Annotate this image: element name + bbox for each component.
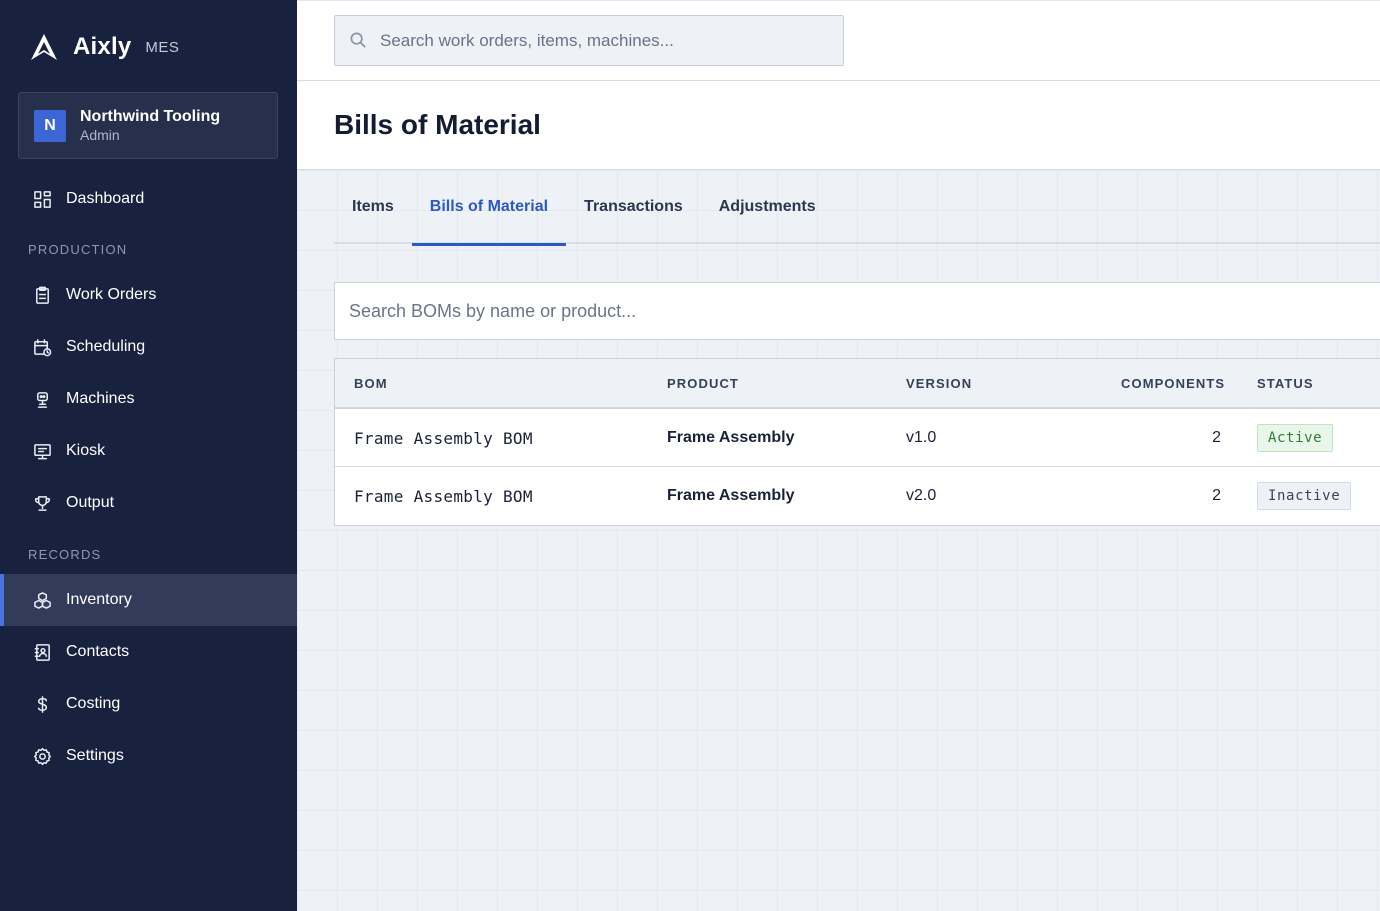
bom-name-cell[interactable]: Frame Assembly BOM	[354, 429, 533, 448]
column-header-status[interactable]: STATUS	[1257, 376, 1314, 391]
org-avatar: N	[34, 109, 66, 142]
sidebar-item-label: Output	[66, 494, 115, 511]
sidebar-item-costing[interactable]: Costing	[0, 678, 297, 730]
tab-label: Adjustments	[718, 198, 816, 215]
org-role: Admin	[80, 127, 120, 143]
table-header: BOM PRODUCT VERSION COMPONENTS STATUS	[335, 359, 1380, 409]
status-badge: Active	[1257, 424, 1334, 452]
app-root: Aixly MES N Northwind Tooling Admin Dash…	[0, 0, 1380, 911]
robot-icon	[32, 389, 52, 409]
monitor-icon	[32, 441, 52, 461]
org-switcher[interactable]: N Northwind Tooling Admin	[18, 92, 278, 159]
tab-adjustments[interactable]: Adjustments	[701, 170, 834, 244]
sidebar-item-dashboard[interactable]: Dashboard	[0, 173, 297, 225]
contact-book-icon	[32, 642, 52, 662]
sidebar-item-label: Dashboard	[66, 190, 145, 207]
sidebar-item-label: Settings	[66, 747, 124, 764]
page-header: Bills of Material	[297, 81, 1380, 170]
column-header-product[interactable]: PRODUCT	[667, 376, 739, 391]
trophy-icon	[32, 493, 52, 513]
bom-table: BOM PRODUCT VERSION COMPONENTS STATUS Fr…	[334, 358, 1380, 526]
bom-search-placeholder: Search BOMs by name or product...	[349, 300, 637, 321]
sidebar-item-inventory[interactable]: Inventory	[0, 574, 297, 626]
sidebar-item-label: Contacts	[66, 643, 130, 660]
sidebar-item-label: Kiosk	[66, 442, 106, 459]
org-info: Northwind Tooling Admin	[80, 107, 220, 144]
sidebar-item-output[interactable]: Output	[0, 477, 297, 529]
brand-name: Aixly	[73, 33, 132, 60]
components-cell: 2	[1212, 487, 1221, 504]
nav-section-production: PRODUCTION	[28, 242, 128, 257]
bom-name-cell[interactable]: Frame Assembly BOM	[354, 487, 533, 506]
bom-search-input[interactable]: Search BOMs by name or product...	[334, 282, 1380, 340]
sidebar-item-label: Costing	[66, 695, 121, 712]
content-area: Items Bills of Material Transactions Adj…	[297, 170, 1380, 911]
dashboard-icon	[32, 189, 52, 209]
sidebar: Aixly MES N Northwind Tooling Admin Dash…	[0, 0, 297, 911]
global-search-placeholder: Search work orders, items, machines...	[380, 30, 674, 50]
version-cell: v1.0	[906, 429, 937, 446]
org-name: Northwind Tooling	[80, 108, 221, 125]
sidebar-item-settings[interactable]: Settings	[0, 730, 297, 782]
tab-bills-of-material[interactable]: Bills of Material	[411, 170, 567, 246]
product-cell: Frame Assembly	[667, 487, 795, 504]
main-area: Search work orders, items, machines... B…	[297, 0, 1380, 911]
version-cell: v2.0	[906, 487, 937, 504]
clipboard-icon	[32, 285, 52, 305]
sidebar-item-label: Inventory	[66, 591, 132, 608]
search-icon	[350, 32, 366, 48]
top-bar: Search work orders, items, machines...	[297, 0, 1380, 81]
product-cell: Frame Assembly	[667, 429, 795, 446]
calendar-clock-icon	[32, 337, 52, 357]
brand-suffix: MES	[145, 38, 180, 56]
sidebar-item-label: Machines	[66, 390, 135, 407]
tab-label: Transactions	[584, 198, 683, 215]
tab-label: Items	[352, 198, 394, 215]
sidebar-item-work-orders[interactable]: Work Orders	[0, 269, 297, 321]
sidebar-item-label: Work Orders	[66, 286, 157, 303]
column-header-components[interactable]: COMPONENTS	[1121, 376, 1225, 391]
table-row[interactable]: Frame Assembly BOM Frame Assembly v2.0 2…	[335, 467, 1380, 525]
dollar-icon	[32, 694, 52, 714]
status-badge: Inactive	[1257, 482, 1352, 510]
page-title: Bills of Material	[334, 109, 541, 140]
tab-bar: Items Bills of Material Transactions Adj…	[334, 170, 1380, 246]
brand-logo[interactable]: Aixly MES	[29, 30, 179, 64]
column-header-version[interactable]: VERSION	[906, 376, 972, 391]
column-header-bom[interactable]: BOM	[354, 376, 388, 391]
sidebar-item-scheduling[interactable]: Scheduling	[0, 321, 297, 373]
aixly-logo-icon	[31, 34, 57, 60]
sidebar-item-kiosk[interactable]: Kiosk	[0, 425, 297, 477]
nav-section-records: RECORDS	[28, 547, 102, 562]
sidebar-item-machines[interactable]: Machines	[0, 373, 297, 425]
tab-transactions[interactable]: Transactions	[566, 170, 701, 244]
sidebar-item-contacts[interactable]: Contacts	[0, 626, 297, 678]
tab-items[interactable]: Items	[334, 170, 412, 244]
sidebar-item-label: Scheduling	[66, 338, 146, 355]
components-cell: 2	[1212, 429, 1221, 446]
global-search-input[interactable]: Search work orders, items, machines...	[334, 15, 844, 66]
boxes-icon	[32, 590, 52, 610]
table-row[interactable]: Frame Assembly BOM Frame Assembly v1.0 2…	[335, 409, 1380, 467]
tab-label: Bills of Material	[429, 198, 549, 215]
gear-icon	[32, 746, 52, 766]
